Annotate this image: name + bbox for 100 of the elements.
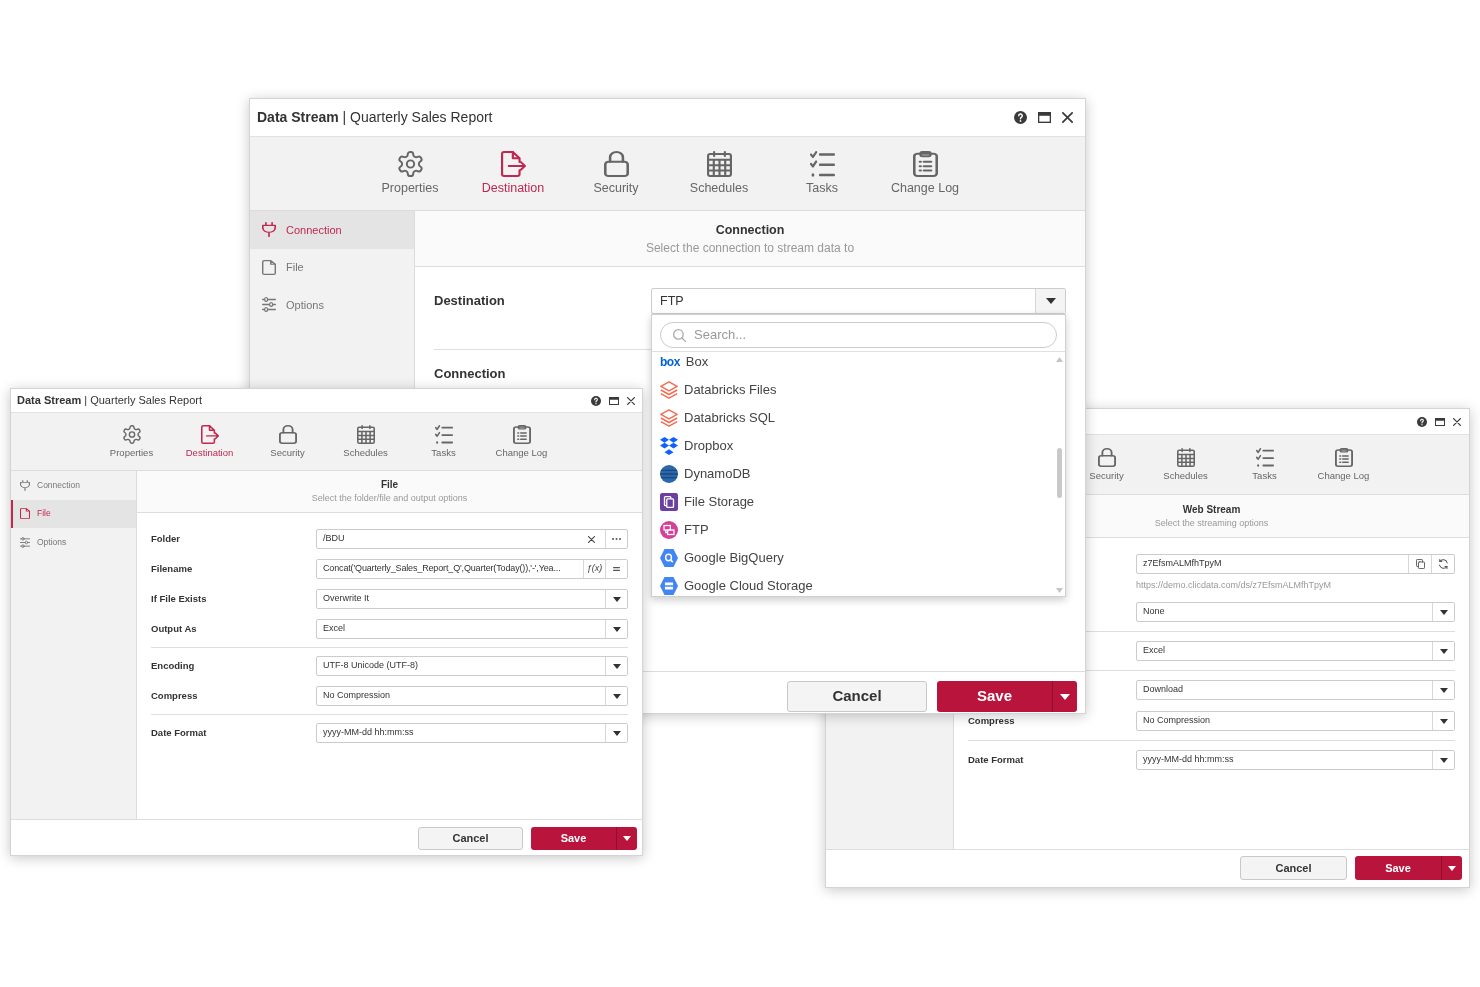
dropdown-field[interactable]: Excel — [316, 619, 628, 639]
section-title: File — [380, 479, 399, 491]
sidebar-item[interactable]: Connection — [250, 211, 414, 249]
help-icon[interactable] — [1417, 416, 1427, 427]
save-button[interactable]: Save — [937, 681, 1052, 712]
window-title: Data Stream | Quarterly Sales Report — [257, 108, 493, 127]
caret-down-icon[interactable] — [1439, 718, 1448, 724]
scrollbar-thumb[interactable] — [1057, 448, 1062, 498]
dropdown-field[interactable]: FTP — [651, 288, 1066, 314]
close-icon[interactable] — [627, 396, 635, 405]
save-button[interactable]: Save — [1355, 856, 1441, 880]
function-button[interactable]: ƒ(x) — [583, 560, 605, 578]
tab[interactable]: Schedules — [326, 424, 405, 459]
copy-tile-icon — [660, 493, 678, 511]
tab[interactable]: Security — [564, 150, 668, 197]
file-arrow-icon — [500, 150, 526, 177]
stacked-layers-icon — [660, 409, 678, 427]
maximize-icon[interactable] — [1038, 112, 1051, 123]
sidebar-item[interactable]: File — [11, 499, 136, 528]
dropdown-option[interactable]: Dropbox — [660, 436, 1049, 456]
dropdown-option[interactable]: Databricks SQL — [660, 408, 1049, 428]
tab[interactable]: Properties — [358, 150, 462, 197]
diamonds-icon — [660, 437, 678, 455]
tab[interactable]: Schedules — [667, 150, 771, 197]
dropdown-option[interactable]: Databricks Files — [660, 380, 1049, 400]
help-icon[interactable] — [591, 395, 601, 406]
maximize-icon[interactable] — [609, 396, 619, 405]
close-icon[interactable] — [1453, 417, 1461, 426]
text-field[interactable]: z7EfsmALMfhTpyM — [1136, 554, 1455, 574]
tab[interactable]: Properties — [92, 424, 171, 459]
text-field[interactable]: Concat('Quarterly_Sales_Report_Q',Quarter(Today()),'-',Yea... ƒ(x) — [316, 559, 628, 579]
cancel-button[interactable]: Cancel — [1240, 856, 1347, 880]
tab[interactable]: Tasks — [770, 150, 874, 197]
save-options-button[interactable] — [616, 827, 637, 850]
dropdown-field[interactable]: Excel — [1136, 641, 1455, 661]
field-label: Date Format — [151, 725, 207, 740]
tab[interactable]: Schedules — [1146, 447, 1225, 482]
caret-down-icon[interactable] — [1439, 609, 1448, 615]
database-icon — [660, 465, 678, 483]
caret-down-icon[interactable] — [612, 596, 621, 602]
tab[interactable]: Change Log — [1304, 447, 1383, 482]
sidebar-item[interactable]: File — [250, 248, 414, 286]
close-icon[interactable] — [588, 535, 595, 543]
dropdown-field[interactable]: UTF-8 Unicode (UTF-8) — [316, 656, 628, 676]
cancel-button[interactable]: Cancel — [787, 681, 927, 712]
caret-down-icon — [623, 836, 631, 841]
caret-down-icon[interactable] — [612, 663, 621, 669]
sidebar-item[interactable]: Options — [11, 528, 136, 557]
stream-url: https://demo.clicdata.com/ds/z7EfsmALMfhTpyM — [1136, 579, 1332, 591]
tab[interactable]: Destination — [170, 424, 249, 459]
tab[interactable]: Tasks — [1225, 447, 1304, 482]
field-label: Destination — [434, 292, 505, 311]
dropdown-option[interactable]: FTP — [660, 520, 1049, 540]
refresh-icon — [1438, 559, 1448, 569]
dropdown-field[interactable]: yyyy-MM-dd hh:mm:ss — [316, 723, 628, 743]
dropdown-option[interactable]: Google BigQuery — [660, 548, 1049, 568]
dropdown-option[interactable]: DynamoDB — [660, 464, 1049, 484]
tab[interactable]: Tasks — [404, 424, 483, 459]
plug-icon — [262, 222, 276, 238]
file-arrow-icon — [200, 424, 219, 444]
dropdown-option[interactable]: box Box — [660, 352, 1049, 372]
tab[interactable]: Change Log — [873, 150, 977, 197]
cancel-button[interactable]: Cancel — [418, 827, 523, 850]
caret-down-icon[interactable] — [612, 693, 621, 699]
field-label: If File Exists — [151, 591, 207, 606]
dropdown-field[interactable]: Overwrite It — [316, 589, 628, 609]
caret-down-icon[interactable] — [612, 626, 621, 632]
caret-down-icon[interactable] — [1045, 298, 1056, 304]
dropdown-field[interactable]: No Compression — [1136, 711, 1455, 731]
dropdown-option[interactable]: Google Cloud Storage — [660, 576, 1049, 596]
tab[interactable]: Change Log — [482, 424, 561, 459]
sliders-icon — [20, 536, 30, 548]
padlock-icon — [1097, 447, 1116, 467]
sidebar-item[interactable]: Connection — [11, 471, 136, 500]
file-icon — [20, 508, 30, 520]
close-icon[interactable] — [1062, 112, 1073, 123]
save-options-button[interactable] — [1441, 856, 1462, 880]
copy-icon — [1415, 559, 1425, 569]
gear-icon — [122, 424, 141, 444]
padlock-icon — [278, 424, 297, 444]
caret-down-icon[interactable] — [1439, 648, 1448, 654]
save-button[interactable]: Save — [531, 827, 616, 850]
tab[interactable]: Security — [248, 424, 327, 459]
save-options-button[interactable] — [1052, 681, 1077, 712]
maximize-icon[interactable] — [1435, 417, 1445, 426]
dropdown-field[interactable]: None — [1136, 602, 1455, 622]
tab[interactable]: Security — [1067, 447, 1146, 482]
caret-down-icon[interactable] — [1439, 687, 1448, 693]
dropdown-field[interactable]: Download — [1136, 680, 1455, 700]
field-label: Date Format — [968, 755, 1024, 765]
text-field[interactable]: /BDU — [316, 529, 628, 549]
help-icon[interactable] — [1014, 111, 1027, 124]
sidebar-item[interactable]: Options — [250, 286, 414, 324]
tab[interactable]: Destination — [461, 150, 565, 197]
caret-down-icon[interactable] — [1439, 757, 1448, 763]
dropdown-field[interactable]: No Compression — [316, 686, 628, 706]
dropdown-option[interactable]: File Storage — [660, 492, 1049, 512]
dropdown-field[interactable]: yyyy-MM-dd hh:mm:ss — [1136, 750, 1455, 770]
caret-down-icon[interactable] — [612, 730, 621, 736]
field-label: Output As — [151, 621, 197, 636]
